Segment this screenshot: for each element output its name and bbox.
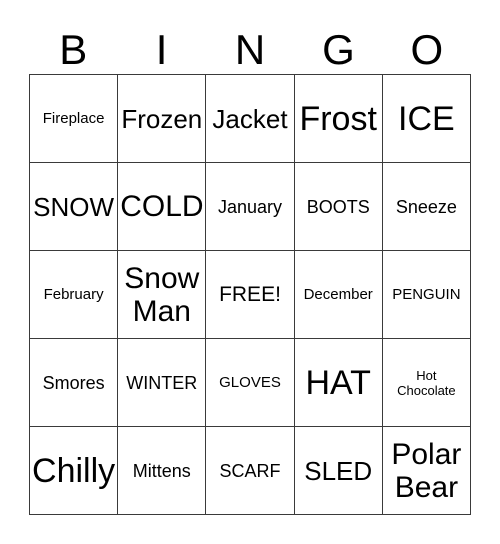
header-letter-i: I (155, 26, 168, 73)
bingo-cell[interactable]: Jacket (206, 75, 295, 163)
bingo-cell[interactable]: SCARF (206, 427, 295, 515)
bingo-cell-label: Sneeze (395, 196, 457, 217)
bingo-cell-label: Snow Man (124, 261, 200, 328)
bingo-card: B I N G O Fireplace Frozen Jacket Frost ICE S… (0, 0, 500, 544)
bingo-cell-label: BOOTS (306, 196, 370, 217)
bingo-cell[interactable]: Snow Man (118, 251, 207, 339)
bingo-cell[interactable]: Smores (30, 339, 119, 427)
bingo-cell[interactable]: COLD (118, 163, 207, 251)
bingo-cell-label: January (217, 196, 283, 217)
bingo-cell-label: Fireplace (42, 110, 105, 127)
bingo-cell[interactable]: SNOW (30, 163, 119, 251)
bingo-cell[interactable]: ICE (382, 75, 471, 163)
bingo-cell-label: FREE! (219, 283, 281, 306)
bingo-cell-free-space[interactable]: FREE! (206, 251, 295, 339)
bingo-cell-label: PENGUIN (392, 286, 461, 303)
bingo-cell[interactable]: Hot Chocolate (382, 339, 471, 427)
bingo-cell[interactable]: GLOVES (206, 339, 295, 427)
bingo-cell[interactable]: HAT (294, 339, 383, 427)
bingo-cell-label: Jacket (212, 103, 288, 134)
bingo-cell[interactable]: December (294, 251, 383, 339)
bingo-cell[interactable]: BOOTS (294, 163, 383, 251)
header-letter-b: B (59, 26, 88, 73)
bingo-cell[interactable]: February (30, 251, 119, 339)
bingo-cell[interactable]: Sneeze (382, 163, 471, 251)
bingo-cell-label: SLED (304, 455, 373, 486)
bingo-cell-label: Frost (299, 99, 377, 138)
bingo-cell-label: Smores (42, 372, 105, 393)
header-letter-g: G (322, 26, 355, 73)
bingo-cell[interactable]: January (206, 163, 295, 251)
bingo-cell-label: Mittens (132, 460, 191, 481)
bingo-cell-label: WINTER (126, 372, 198, 393)
bingo-grid: Fireplace Frozen Jacket Frost ICE SNOW COLD Jan… (29, 74, 471, 515)
header-letter-n: N (234, 26, 266, 73)
bingo-cell-label: December (303, 286, 373, 303)
bingo-cell[interactable]: PENGUIN (382, 251, 471, 339)
bingo-cell[interactable]: SLED (294, 427, 383, 515)
bingo-cell-label: GLOVES (219, 374, 281, 391)
header-letter-o: O (410, 26, 444, 73)
bingo-cell-label: Frozen (121, 103, 203, 134)
bingo-cell[interactable]: Polar Bear (382, 427, 471, 515)
bingo-cell-label: COLD (120, 190, 204, 223)
bingo-cell-label: Polar Bear (391, 437, 462, 504)
bingo-cell-label: SCARF (219, 460, 281, 481)
bingo-cell[interactable]: Mittens (118, 427, 207, 515)
bingo-cell[interactable]: Frozen (118, 75, 207, 163)
bingo-cell-label: SNOW (33, 191, 115, 222)
bingo-cell-label: ICE (398, 99, 455, 138)
bingo-cell[interactable]: Fireplace (30, 75, 119, 163)
bingo-cell[interactable]: Chilly (30, 427, 119, 515)
bingo-cell-label: February (43, 286, 104, 303)
bingo-cell-label: HAT (305, 363, 371, 402)
bingo-cell[interactable]: WINTER (118, 339, 207, 427)
bingo-cell-label: Hot Chocolate (397, 367, 456, 398)
bingo-cell-label: Chilly (32, 451, 116, 490)
bingo-cell[interactable]: Frost (294, 75, 383, 163)
bingo-header: B I N G O (29, 14, 471, 72)
